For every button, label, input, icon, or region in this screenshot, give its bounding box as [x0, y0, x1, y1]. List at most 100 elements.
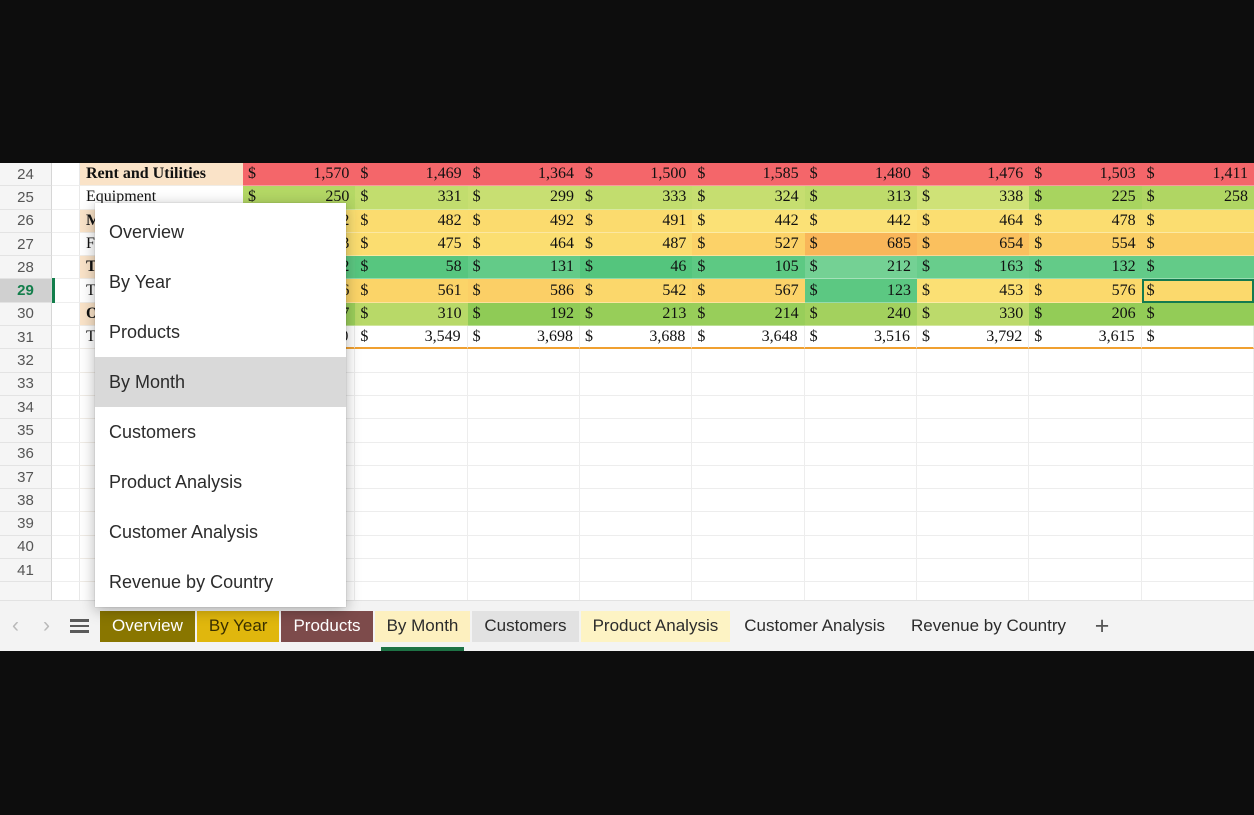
table-row[interactable]: 24 Rent and Utilities $1,570 $1,469 $1,364 $1…: [0, 163, 1254, 187]
data-cell[interactable]: [1141, 559, 1254, 583]
data-cell[interactable]: [1029, 349, 1142, 373]
cell-column-a[interactable]: [52, 278, 80, 304]
data-cell[interactable]: [692, 535, 805, 560]
data-cell[interactable]: $213: [579, 302, 693, 327]
data-cell[interactable]: $491: [579, 209, 693, 233]
menu-item-products[interactable]: Products: [95, 307, 346, 357]
total-cell[interactable]: $3,688: [579, 326, 693, 350]
data-cell[interactable]: $324: [692, 186, 805, 210]
cell-column-a[interactable]: [52, 559, 80, 583]
data-cell[interactable]: [916, 372, 1030, 396]
data-cell[interactable]: $442: [804, 209, 917, 233]
menu-item-by-month[interactable]: By Month: [95, 357, 346, 407]
data-cell[interactable]: $: [1141, 302, 1254, 327]
data-cell[interactable]: $475: [355, 232, 468, 257]
data-cell[interactable]: $567: [692, 279, 805, 303]
data-cell[interactable]: $453: [916, 279, 1030, 303]
data-cell[interactable]: $542: [579, 279, 693, 303]
sheet-tab-product-analysis[interactable]: Product Analysis: [580, 610, 731, 642]
menu-item-overview[interactable]: Overview: [95, 207, 346, 257]
data-cell[interactable]: [1141, 442, 1254, 466]
data-cell[interactable]: [355, 465, 468, 490]
data-cell[interactable]: [1141, 535, 1254, 560]
total-cell[interactable]: $3,549: [355, 326, 468, 350]
data-cell[interactable]: [579, 395, 693, 420]
data-cell[interactable]: [916, 465, 1030, 490]
cell-column-a[interactable]: [52, 326, 80, 350]
data-cell[interactable]: [1141, 419, 1254, 443]
data-cell[interactable]: [916, 442, 1030, 466]
data-cell[interactable]: $105: [692, 256, 805, 280]
data-cell[interactable]: $478: [1029, 209, 1142, 233]
row-header[interactable]: 38: [0, 489, 52, 513]
data-cell[interactable]: [1029, 372, 1142, 396]
data-cell[interactable]: [1029, 395, 1142, 420]
data-cell[interactable]: $240: [804, 302, 917, 327]
total-cell[interactable]: $3,648: [692, 326, 805, 350]
data-cell[interactable]: [467, 395, 580, 420]
data-cell[interactable]: [1141, 465, 1254, 490]
total-cell[interactable]: $3,792: [916, 326, 1030, 350]
data-cell[interactable]: $58: [355, 256, 468, 280]
data-cell[interactable]: [1141, 489, 1254, 513]
data-cell[interactable]: $206: [1029, 302, 1142, 327]
data-cell[interactable]: $163: [916, 256, 1030, 280]
prev-sheet-icon[interactable]: ‹: [0, 601, 31, 651]
sheet-tab-overview[interactable]: Overview: [100, 610, 195, 642]
data-cell[interactable]: [467, 372, 580, 396]
data-cell[interactable]: [1141, 349, 1254, 373]
data-cell[interactable]: [804, 419, 917, 443]
row-header[interactable]: 30: [0, 302, 52, 327]
sheet-list-icon[interactable]: [62, 601, 96, 651]
data-cell[interactable]: [355, 395, 468, 420]
row-label[interactable]: Rent and Utilities: [80, 163, 243, 187]
row-header[interactable]: 40: [0, 535, 52, 560]
data-cell[interactable]: [804, 465, 917, 490]
row-header[interactable]: 25: [0, 186, 52, 210]
cell-column-a[interactable]: [52, 419, 80, 443]
data-cell[interactable]: [804, 442, 917, 466]
data-cell[interactable]: $212: [804, 256, 917, 280]
data-cell[interactable]: $482: [355, 209, 468, 233]
data-cell[interactable]: $1,476: [916, 163, 1030, 187]
menu-item-customer-analysis[interactable]: Customer Analysis: [95, 507, 346, 557]
cell-column-a[interactable]: [52, 209, 80, 233]
data-cell[interactable]: $123: [804, 279, 917, 303]
data-cell[interactable]: [692, 372, 805, 396]
data-cell[interactable]: $225: [1029, 186, 1142, 210]
data-cell[interactable]: [692, 559, 805, 583]
row-header[interactable]: 36: [0, 442, 52, 466]
sheet-tab-revenue-by-country[interactable]: Revenue by Country: [899, 611, 1078, 642]
data-cell[interactable]: [1141, 372, 1254, 396]
data-cell[interactable]: [355, 512, 468, 536]
sheet-tab-products[interactable]: Products: [281, 610, 373, 642]
data-cell[interactable]: [692, 465, 805, 490]
data-cell[interactable]: [579, 489, 693, 513]
data-cell[interactable]: [467, 419, 580, 443]
data-cell[interactable]: [467, 349, 580, 373]
total-cell[interactable]: $3,698: [467, 326, 580, 350]
data-cell[interactable]: [1141, 512, 1254, 536]
data-cell[interactable]: [355, 489, 468, 513]
next-sheet-icon[interactable]: ›: [31, 601, 62, 651]
data-cell[interactable]: $46: [579, 256, 693, 280]
data-cell[interactable]: [579, 349, 693, 373]
data-cell[interactable]: $1,585: [692, 163, 805, 187]
data-cell[interactable]: [1029, 442, 1142, 466]
data-cell[interactable]: [692, 419, 805, 443]
data-cell[interactable]: [1029, 465, 1142, 490]
total-cell[interactable]: $: [1141, 326, 1254, 350]
data-cell[interactable]: [916, 489, 1030, 513]
data-cell[interactable]: [467, 489, 580, 513]
row-header[interactable]: 24: [0, 163, 52, 187]
data-cell[interactable]: [355, 349, 468, 373]
data-cell[interactable]: $492: [467, 209, 580, 233]
data-cell[interactable]: $561: [355, 279, 468, 303]
data-cell[interactable]: $1,500: [579, 163, 693, 187]
data-cell[interactable]: $338: [916, 186, 1030, 210]
cell-column-a[interactable]: [52, 395, 80, 420]
data-cell[interactable]: $132: [1029, 256, 1142, 280]
data-cell[interactable]: $554: [1029, 232, 1142, 257]
data-cell[interactable]: [1029, 419, 1142, 443]
cell-column-a[interactable]: [52, 163, 80, 187]
